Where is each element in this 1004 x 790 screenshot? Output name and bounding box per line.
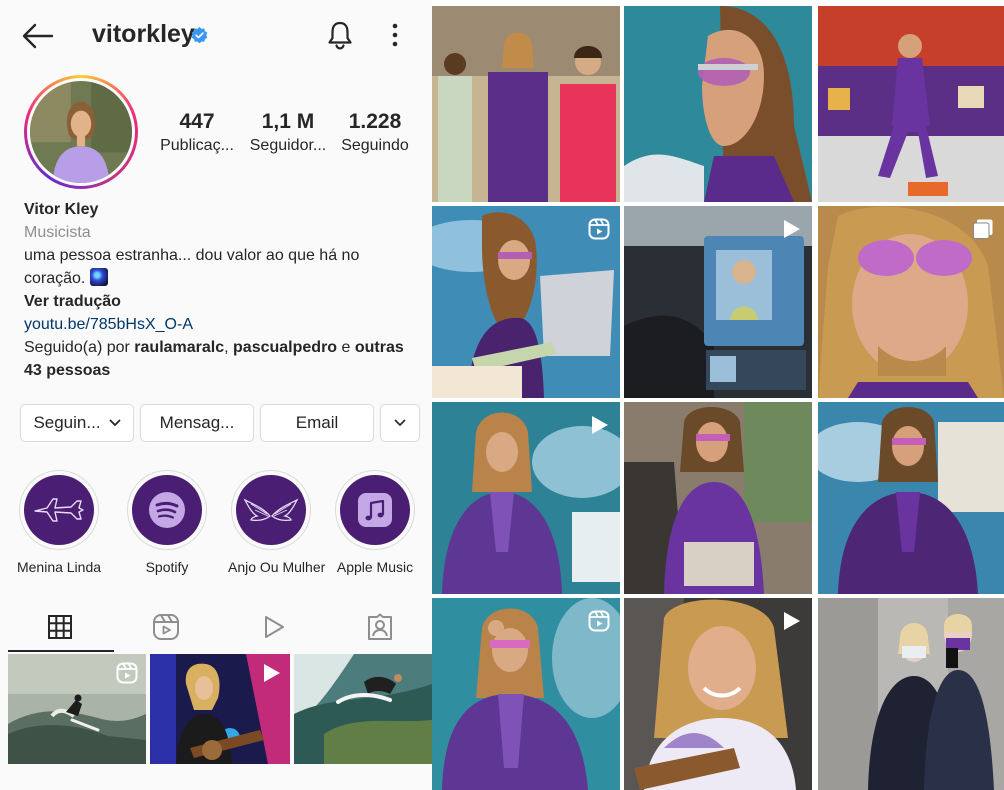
followed-user-1[interactable]: raulamaralc [134,339,224,356]
avatar[interactable] [24,75,138,189]
post-thumbnail[interactable] [150,654,290,764]
followed-by-prefix: Seguido(a) por [24,339,135,356]
post-image [818,402,1004,594]
play-icon [264,664,280,682]
airplane-icon [34,498,84,522]
reels-icon [116,662,138,684]
bio-text-line1: uma pessoa estranha... dou valor ao que … [24,247,360,264]
tab-grid[interactable] [6,607,114,647]
following-button[interactable]: Seguin... [20,404,134,442]
highlight-apple-music[interactable]: Apple Music [332,470,418,575]
play-icon [784,220,800,238]
reels-icon [153,614,179,640]
tagged-icon [368,613,392,640]
followed-user-2[interactable]: pascualpedro [233,339,337,356]
stat-posts[interactable]: 447 Publicaç... [156,110,238,155]
grid-post[interactable] [624,598,812,790]
suggested-users-button[interactable] [380,404,420,442]
post-image [818,6,1004,202]
wings-icon [243,498,299,522]
following-button-label: Seguin... [33,413,101,432]
surf-aerial-photo [294,654,432,764]
highlight-label: Anjo Ou Mulher [228,559,326,575]
grid-post[interactable] [818,6,1004,202]
bio-text-line2: coração. [24,270,86,287]
grid-post[interactable] [624,206,812,398]
followers-count: 1,1 M [261,110,315,133]
reels-icon [588,610,610,632]
galaxy-emoji-icon [89,268,108,286]
email-button[interactable]: Email [260,404,374,442]
grid-post[interactable] [432,402,620,594]
tab-igtv[interactable] [220,607,328,647]
posts-label: Publicaç... [160,137,234,154]
highlight-spotify[interactable]: Spotify [124,470,210,575]
bio: Vitor Kley Musicista uma pessoa estranha… [24,198,424,382]
followers-label: Seguidor... [249,137,327,154]
grid-post[interactable] [432,6,620,202]
grid-post[interactable] [818,598,1004,790]
stat-followers[interactable]: 1,1 M Seguidor... [246,110,330,155]
spotify-icon [149,492,185,528]
post-image [432,6,620,202]
posts-count: 447 [179,110,215,133]
tab-tagged[interactable] [326,607,432,647]
chevron-down-icon [394,419,406,426]
post-image [624,402,812,594]
post-image [624,6,812,202]
chevron-down-icon [109,419,120,426]
posts-grid [432,6,1004,790]
bell-icon[interactable] [326,20,354,50]
highlight-label: Menina Linda [16,559,102,575]
post-thumbnail[interactable] [8,654,146,764]
top-bar: vitorkley [0,0,432,70]
reels-icon [588,218,610,240]
message-button[interactable]: Mensag... [140,404,254,442]
highlight-label: Apple Music [336,559,414,575]
following-label: Seguindo [341,137,409,154]
post-thumbnail[interactable] [294,654,432,764]
profile-username: vitorkley [92,20,195,48]
play-icon [592,416,608,434]
see-translation-link[interactable]: Ver tradução [24,290,424,313]
highlight-anjo-ou-mulher[interactable]: Anjo Ou Mulher [228,470,326,575]
verified-badge-icon [191,27,208,44]
grid-post[interactable] [624,6,812,202]
tab-reels[interactable] [112,607,220,647]
profile-category: Musicista [24,224,91,241]
grid-post[interactable] [624,402,812,594]
highlight-label: Spotify [145,559,189,575]
grid-icon [48,615,72,639]
grid-post[interactable] [818,402,1004,594]
grid-post[interactable] [432,206,620,398]
post-image [818,598,1004,790]
play-icon [265,616,284,638]
apple-music-icon [358,493,392,527]
profile-name: Vitor Kley [24,201,99,218]
followed-sep: , [224,339,234,356]
arrow-left-icon[interactable] [22,22,54,50]
active-tab-indicator [8,650,114,652]
grid-post[interactable] [818,206,1004,398]
bio-text-line2-wrap: coração. [24,267,424,290]
following-count: 1.228 [348,110,402,133]
email-button-label: Email [295,413,339,432]
bio-link[interactable]: youtu.be/785bHsX_O-A [24,313,424,336]
play-icon [784,612,800,630]
avatar-photo [30,81,132,183]
kebab-icon[interactable] [388,22,402,48]
followed-by[interactable]: Seguido(a) por raulamaralc, pascualpedro… [24,336,424,382]
stat-following[interactable]: 1.228 Seguindo [336,110,414,155]
carousel-icon [973,219,993,239]
profile-panel: vitorkley 447 Publicaç... 1,1 M Seguidor… [0,0,432,790]
message-button-label: Mensag... [159,413,235,432]
highlight-menina-linda[interactable]: Menina Linda [16,470,102,575]
followed-and: e [337,339,355,356]
grid-post[interactable] [432,598,620,790]
